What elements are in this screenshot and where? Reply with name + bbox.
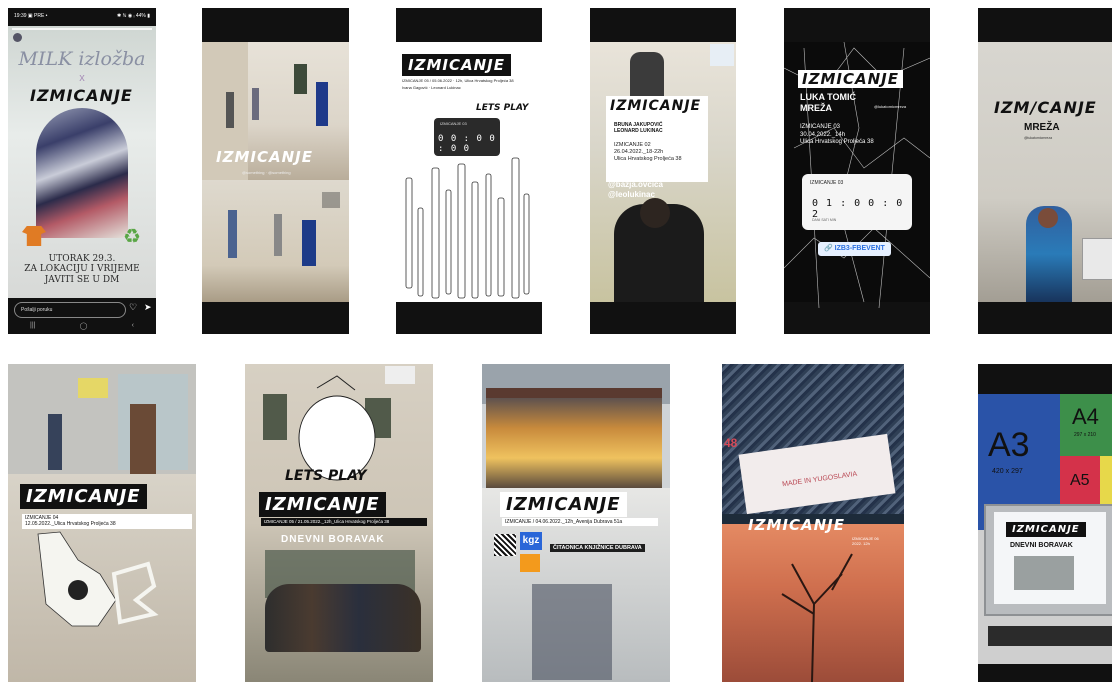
story-mreza-cracked[interactable]: IZMICANJE LUKA TOMIĆ MREŽA @lukatomicmre… — [784, 8, 930, 334]
a5-label: A5 — [1070, 472, 1090, 489]
qr-icon — [494, 534, 516, 556]
title: MREŽA — [1024, 122, 1060, 133]
story-citaonica[interactable]: IZMICANJE IZMICANJE / 04.06.2022._12h_Av… — [482, 364, 670, 682]
cracked-glass — [784, 41, 930, 309]
pavilion-photo — [486, 388, 662, 488]
send-icon[interactable]: ➤ — [144, 302, 152, 313]
avatar[interactable] — [13, 33, 22, 42]
kgz-logo: kgz — [520, 532, 542, 550]
monitor: IZMICANJE DNEVNI BORAVAK — [984, 504, 1112, 616]
event-info: IZMICANJE 03 30.04.2022._14h Ulica Hrvat… — [800, 124, 874, 145]
android-nav: ||| ◯ ‹ — [8, 322, 156, 330]
photo-bottom — [202, 180, 349, 302]
status-icons: ✱ ℕ ◉ ᵢ 44% ▮ — [116, 13, 150, 19]
people-photo — [265, 584, 421, 652]
timer-units: DANI SATI MIN — [812, 218, 837, 222]
logo: IZMICANJE — [798, 70, 903, 88]
sticks-drawing — [405, 157, 530, 299]
story-gallery[interactable]: IZMICANJE @something · @something — [202, 8, 349, 334]
story-paper-formats[interactable]: A3 420 x 297 A4 297 x 210 A5 IZMICANJE D… — [978, 364, 1112, 682]
a4-label: A4 — [1072, 404, 1099, 429]
small-handle: @lukatomicmreza — [1024, 136, 1053, 140]
a3-label: A3 — [988, 426, 1030, 464]
handle: @lukatomicmreza — [874, 104, 907, 109]
logo: IZMICANJE — [610, 98, 702, 114]
progress-bar — [12, 28, 152, 30]
screen-logo: IZMICANJE — [1006, 522, 1086, 537]
names: LUKA TOMIĆ MREŽA — [800, 92, 856, 114]
story-izmicanje-04[interactable]: IZMICANJE IZMICANJE 04 12.05.2022._Ulica… — [8, 364, 196, 682]
a4-size: 297 x 210 — [1074, 432, 1096, 438]
timer-label: IZMICANJE 03 — [810, 180, 844, 186]
small-info: IZMICANJE 06 2022. 12h — [852, 536, 879, 546]
recycle-icon: ♻ — [123, 226, 141, 248]
logo: IZMICANJE — [748, 516, 845, 534]
times-mark: x — [79, 72, 85, 84]
a4-sheet: A4 297 x 210 — [1060, 394, 1112, 456]
library-title: ČITAONICA KNJIŽNICE DUBRAVA — [550, 544, 645, 552]
names: BRUNA JAKUPOVIĆ LEONARD LUKINAC — [614, 122, 663, 135]
event-link-button[interactable]: 🔗 IZB3-FBEVENT — [818, 242, 891, 256]
event-info: IZMICANJE / 04.06.2022._12h_Avenija Dubr… — [502, 518, 658, 527]
logo: IZMICANJE — [259, 492, 386, 517]
screen-title: DNEVNI BORAVAK — [1010, 542, 1073, 549]
timer-value: 0 1 : 0 0 : 0 2 — [812, 198, 904, 220]
nav-back[interactable]: ‹ — [132, 322, 134, 330]
story-izmicanje-02[interactable]: IZMICANJE BRUNA JAKUPOVIĆ LEONARD LUKINA… — [590, 8, 736, 334]
lets-play: LETS PLAY — [285, 468, 367, 484]
clothes-collage — [36, 108, 128, 238]
handles: @bazja.ovcica @leolukinac — [608, 180, 663, 199]
nav-home[interactable]: ◯ — [80, 322, 88, 330]
nav-recent[interactable]: ||| — [30, 322, 35, 330]
logo-card: IZMICANJE BRUNA JAKUPOVIĆ LEONARD LUKINA… — [606, 96, 708, 182]
keyboard — [988, 626, 1112, 646]
logo: IZMICANJE — [30, 86, 133, 105]
caption: UTORAK 29.3. ZA LOKACIJU I VRIJEME JAVIT… — [24, 254, 140, 285]
story-dnevni-boravak[interactable]: LETS PLAY IZMICANJE IZMICANJE 05 / 21.05… — [245, 364, 433, 682]
event-info: IZMICANJE 02 26.04.2022._18-22h Ulica Hr… — [614, 142, 682, 162]
abstract-shape — [37, 531, 159, 627]
story-milk-izlozba[interactable]: 19:39 ▣ PRE • ✱ ℕ ◉ ᵢ 44% ▮ MILK izložba… — [8, 8, 156, 334]
a3-size: 420 x 297 — [992, 468, 1023, 475]
event-info: IZMICANJE 05 / 21.05.2022._12h_Ulica Hrv… — [261, 518, 427, 526]
small-credit: @something · @something — [242, 170, 291, 175]
heart-icon[interactable]: ♡ — [129, 302, 137, 313]
logo: IZMICANJE — [216, 148, 313, 166]
story-lets-play[interactable]: IZMICANJE IZMICANJE 05 / 05.06.2022 · 12… — [396, 8, 542, 334]
story-made-in-yugoslavia[interactable]: MADE IN YUGOSLAVIA 48 IZMICANJE IZMICANJ… — [722, 364, 904, 682]
title: DNEVNI BORAVAK — [281, 534, 385, 545]
logo: IZMICANJE — [500, 492, 627, 517]
countdown-timer: IZMICANJE 03 0 1 : 0 0 : 0 2 DANI SATI M… — [802, 174, 912, 230]
logo: IZM/CANJE — [994, 98, 1097, 117]
status-time: 19:39 ▣ PRE • — [14, 13, 48, 19]
story-mreza-performer[interactable]: IZM/CANJE MREŽA @lukatomicmreza — [978, 8, 1112, 334]
headline: MILK izložba — [18, 48, 146, 70]
a5-sheet: A5 — [1060, 456, 1100, 508]
orange-icon — [520, 554, 540, 572]
reply-input[interactable]: Pošalji poruku — [14, 302, 126, 318]
